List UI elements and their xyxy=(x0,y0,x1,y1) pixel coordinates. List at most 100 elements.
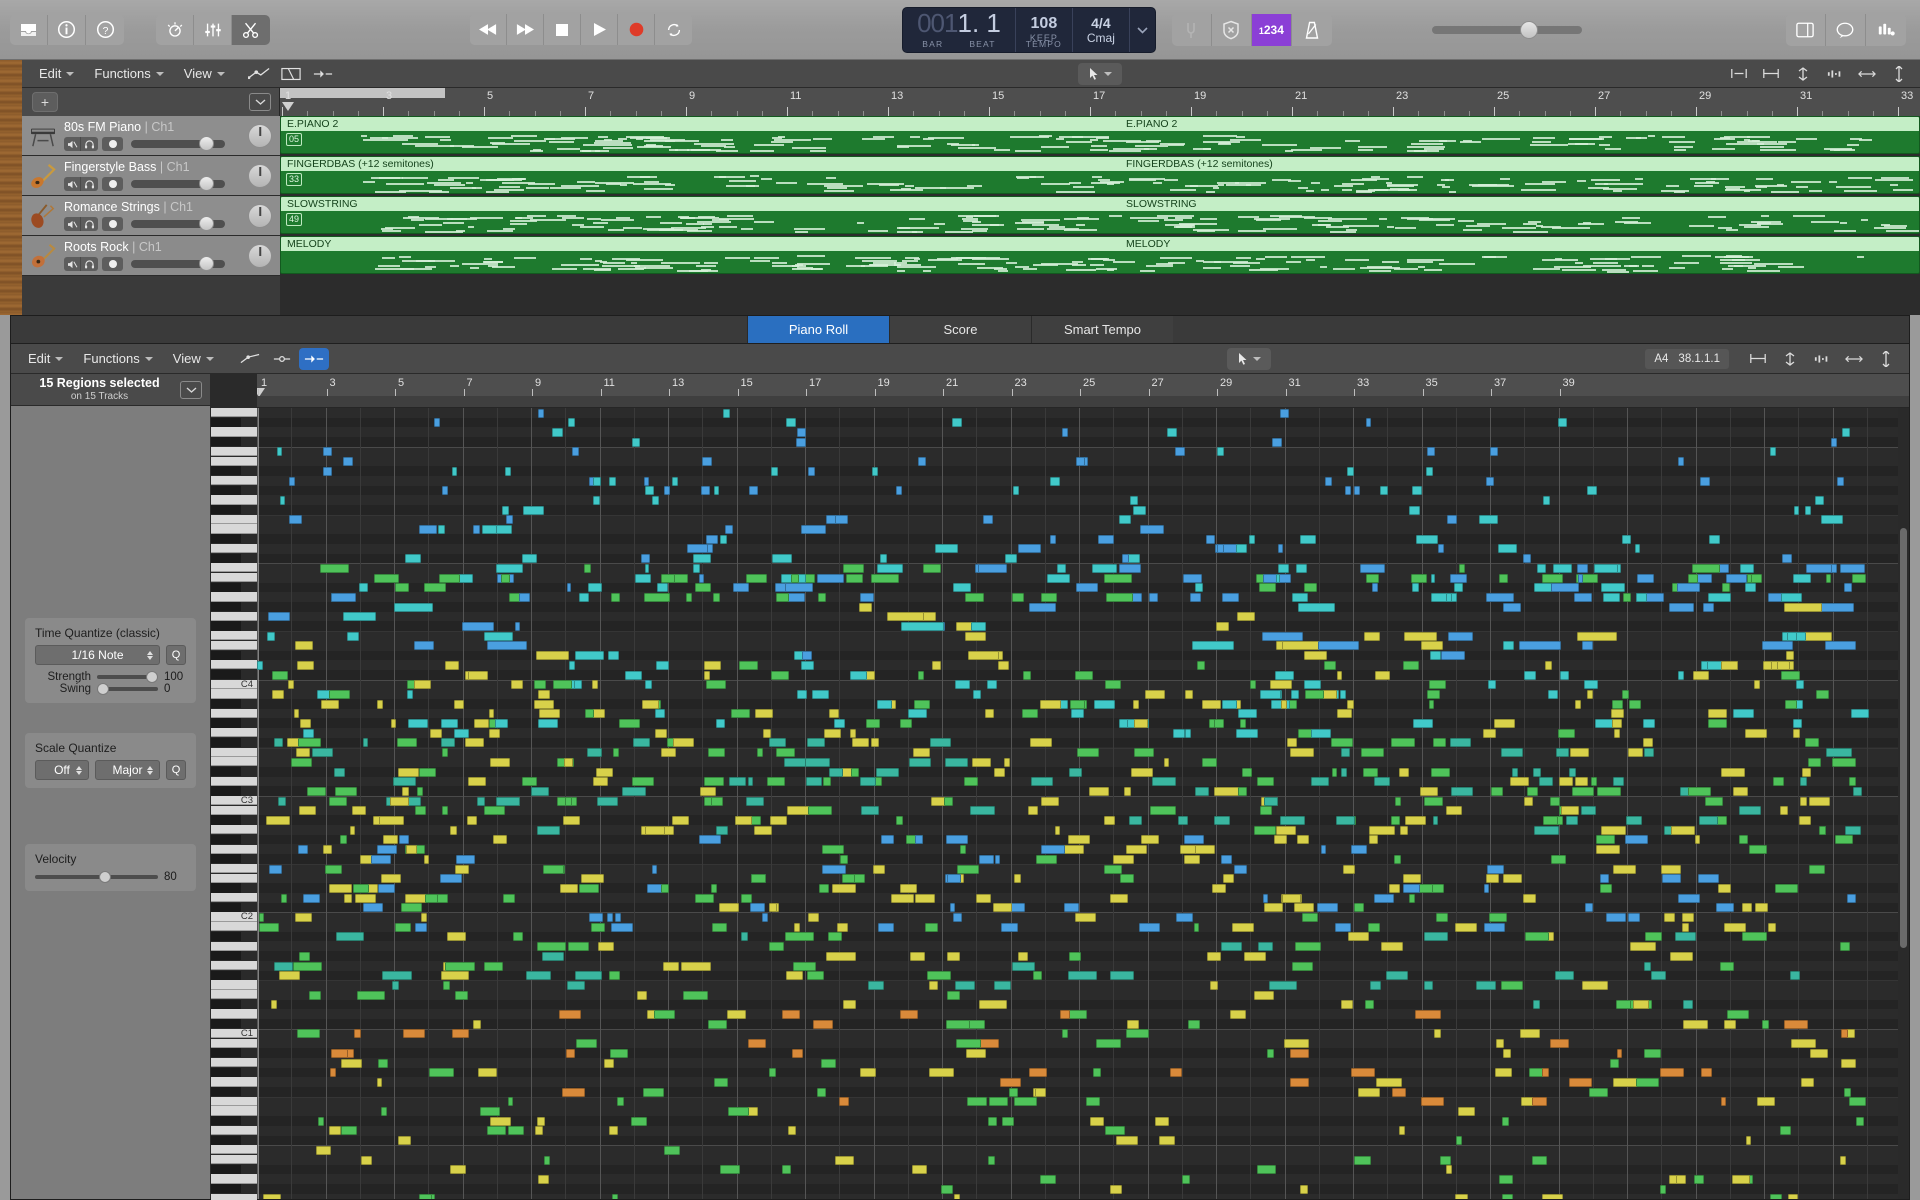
midi-note[interactable] xyxy=(489,1116,511,1126)
resize-h-icon[interactable] xyxy=(1852,63,1882,85)
midi-note[interactable] xyxy=(1374,670,1390,680)
midi-note[interactable] xyxy=(1009,1087,1019,1097)
midi-note[interactable] xyxy=(1792,719,1803,728)
piano-key-black[interactable] xyxy=(211,582,241,592)
midi-note[interactable] xyxy=(1011,592,1024,602)
midi-note[interactable] xyxy=(865,719,881,728)
midi-note[interactable] xyxy=(1788,1194,1799,1199)
midi-note[interactable] xyxy=(1757,1097,1776,1107)
midi-note[interactable] xyxy=(1430,573,1436,583)
midi-note[interactable] xyxy=(663,486,671,496)
midi-note[interactable] xyxy=(1432,816,1439,825)
midi-note[interactable] xyxy=(1170,1068,1182,1078)
midi-note[interactable] xyxy=(1380,486,1389,496)
piano-key-white[interactable] xyxy=(211,640,257,651)
midi-note[interactable] xyxy=(1682,1000,1693,1010)
midi-note[interactable] xyxy=(468,777,487,787)
midi-note[interactable] xyxy=(710,796,723,806)
midi-note[interactable] xyxy=(807,913,819,922)
midi-note[interactable] xyxy=(632,777,654,787)
midi-note[interactable] xyxy=(1423,796,1443,806)
editor-resize-h-icon[interactable] xyxy=(1839,348,1869,370)
midi-note[interactable] xyxy=(1475,980,1496,990)
midi-note[interactable] xyxy=(966,1097,987,1107)
midi-note[interactable] xyxy=(1365,573,1379,583)
midi-note[interactable] xyxy=(401,903,422,913)
piano-key-white[interactable] xyxy=(211,844,257,854)
midi-note[interactable] xyxy=(1793,505,1800,515)
midi-note[interactable] xyxy=(1092,563,1118,573)
midi-note[interactable] xyxy=(1583,680,1599,690)
midi-note[interactable] xyxy=(1092,1068,1101,1078)
midi-note[interactable] xyxy=(1455,1194,1468,1199)
midi-note[interactable] xyxy=(494,719,509,728)
midi-note[interactable] xyxy=(1222,874,1235,884)
midi-note[interactable] xyxy=(1709,534,1720,544)
track-volume-slider[interactable] xyxy=(131,176,225,191)
midi-note[interactable] xyxy=(703,777,725,787)
midi-note[interactable] xyxy=(849,728,856,738)
midi-note[interactable] xyxy=(428,1068,454,1078)
midi-note[interactable] xyxy=(918,670,924,680)
midi-note[interactable] xyxy=(1531,1155,1548,1165)
midi-note[interactable] xyxy=(1497,544,1518,554)
midi-note[interactable] xyxy=(828,767,844,777)
tab-smart-tempo[interactable]: Smart Tempo xyxy=(1031,316,1173,343)
midi-note[interactable] xyxy=(1524,796,1534,806)
midi-note[interactable] xyxy=(395,583,410,593)
midi-note[interactable] xyxy=(357,990,385,1000)
midi-note[interactable] xyxy=(1675,1174,1687,1184)
midi-note[interactable] xyxy=(1389,883,1401,893)
midi-note[interactable] xyxy=(1364,631,1380,641)
midi-note[interactable] xyxy=(1741,903,1752,913)
midi-note[interactable] xyxy=(1253,990,1275,1000)
midi-note[interactable] xyxy=(890,893,914,903)
track-header-row[interactable]: Romance Strings | Ch1 xyxy=(22,196,280,236)
midi-note[interactable] xyxy=(1612,699,1623,709)
midi-note[interactable] xyxy=(1644,961,1651,971)
midi-note[interactable] xyxy=(796,437,807,447)
midi-note[interactable] xyxy=(1411,486,1423,496)
midi-note[interactable] xyxy=(1427,447,1435,457)
midi-note[interactable] xyxy=(501,573,510,583)
midi-note[interactable] xyxy=(805,757,831,767)
midi-note[interactable] xyxy=(1369,825,1395,835)
midi-note[interactable] xyxy=(1412,719,1433,728)
arrange-region[interactable]: E.PIANO 2 E.PIANO 2 05 xyxy=(280,116,1920,154)
midi-note[interactable] xyxy=(1360,748,1384,758)
midi-note[interactable] xyxy=(1548,689,1558,699)
midi-note[interactable] xyxy=(1221,854,1232,864)
midi-note[interactable] xyxy=(1398,1126,1406,1136)
midi-note[interactable] xyxy=(1122,554,1130,564)
piano-roll-note-grid[interactable] xyxy=(257,408,1909,1199)
midi-note[interactable] xyxy=(1075,583,1098,593)
midi-note[interactable] xyxy=(640,554,651,564)
midi-note[interactable] xyxy=(502,505,510,515)
midi-note[interactable] xyxy=(1498,1174,1514,1184)
midi-note[interactable] xyxy=(1367,922,1381,932)
midi-note[interactable] xyxy=(1385,971,1408,981)
midi-note[interactable] xyxy=(1551,583,1579,593)
midi-note[interactable] xyxy=(1254,825,1276,835)
piano-key-black[interactable] xyxy=(211,417,241,427)
midi-note[interactable] xyxy=(724,525,733,534)
midi-note[interactable] xyxy=(817,573,845,583)
midi-note[interactable] xyxy=(1486,476,1494,486)
midi-note[interactable] xyxy=(593,476,602,486)
midi-note[interactable] xyxy=(1447,631,1473,641)
midi-note[interactable] xyxy=(1589,1087,1609,1097)
scale-quantize-q-button[interactable]: Q xyxy=(166,760,186,780)
midi-note[interactable] xyxy=(481,525,498,534)
midi-note[interactable] xyxy=(739,660,759,670)
midi-note[interactable] xyxy=(488,728,500,738)
midi-note[interactable] xyxy=(1699,476,1710,486)
midi-note[interactable] xyxy=(1267,1048,1274,1058)
cycle-button[interactable] xyxy=(655,14,692,45)
midi-note[interactable] xyxy=(551,428,563,437)
midi-note[interactable] xyxy=(296,660,314,670)
midi-note[interactable] xyxy=(719,903,739,913)
piano-key-black[interactable] xyxy=(211,766,241,777)
notes-icon[interactable] xyxy=(1825,13,1866,46)
midi-note[interactable] xyxy=(1221,699,1238,709)
midi-note[interactable] xyxy=(769,816,788,825)
